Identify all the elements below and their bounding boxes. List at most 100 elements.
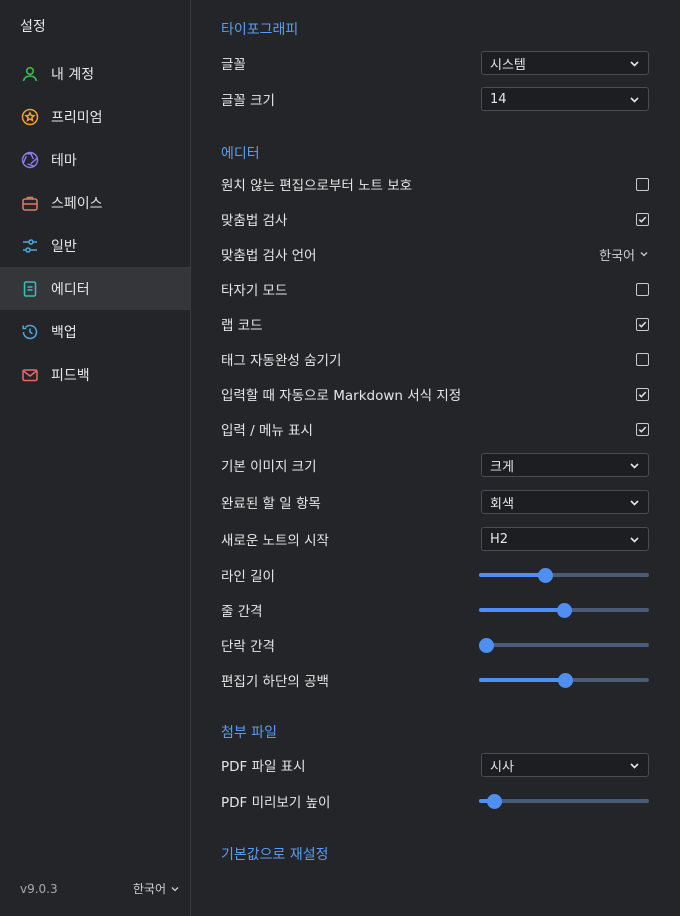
markdown-autoformat-checkbox[interactable] [636,387,649,401]
check-icon [638,321,647,328]
slider-thumb[interactable] [486,794,502,809]
slash-menu-checkbox[interactable] [636,422,649,436]
line-spacing-row: 줄 간격 [221,598,649,622]
spellcheck-language-select[interactable]: 한국어 [599,245,649,264]
new-note-start-row: 새로운 노트의 시작 H2 [221,527,649,551]
sidebar-item-label: 프리미엄 [51,109,103,126]
chevron-down-icon [630,60,639,67]
slider-fill [479,678,566,682]
document-icon [20,279,40,299]
done-items-label: 완료된 할 일 항목 [221,496,321,512]
done-items-row: 완료된 할 일 항목 회색 [221,490,649,514]
check-icon [638,391,647,398]
image-size-value: 크게 [490,459,514,475]
sidebar-item-feedback[interactable]: 피드백 [0,353,190,396]
reset-defaults-link[interactable]: 기본값으로 재설정 [221,844,329,864]
aperture-icon [20,150,40,170]
sliders-icon [20,236,40,256]
paragraph-spacing-row: 단락 간격 [221,633,649,657]
done-items-select[interactable]: 회색 [481,490,649,514]
font-size-label: 글꼴 크기 [221,93,275,109]
sidebar-item-account[interactable]: 내 계정 [0,52,190,95]
slider-thumb[interactable] [537,568,553,583]
sidebar-item-label: 스페이스 [51,195,103,212]
font-select[interactable]: 시스템 [481,51,649,75]
sidebar-footer: v9.0.3 한국어 [20,880,180,897]
spellcheck-language-value: 한국어 [599,248,635,264]
spellcheck-row: 맞춤법 검사 [221,207,649,231]
sidebar-item-spaces[interactable]: 스페이스 [0,181,190,224]
hide-tag-autocomplete-row: 태그 자동완성 숨기기 [221,347,649,371]
wrap-code-checkbox[interactable] [636,317,649,331]
settings-panel: 타이포그래피 글꼴 시스템 글꼴 크기 14 에디터 원치 않는 편집으로부터 … [191,0,680,916]
history-icon [20,322,40,342]
font-size-row: 글꼴 크기 14 [221,87,649,111]
slash-menu-label: 입력 / 메뉴 표시 [221,423,313,439]
spellcheck-label: 맞춤법 검사 [221,213,288,229]
paragraph-spacing-slider[interactable] [479,638,649,653]
slider-track [479,643,649,647]
sidebar-item-backup[interactable]: 백업 [0,310,190,353]
sidebar-item-label: 에디터 [51,281,90,298]
sidebar-item-general[interactable]: 일반 [0,224,190,267]
slider-track [479,799,649,803]
version-label: v9.0.3 [20,881,58,896]
check-icon [638,426,647,433]
section-title-typography: 타이포그래피 [221,22,299,38]
pdf-display-row: PDF 파일 표시 시사 [221,753,649,777]
spellcheck-checkbox[interactable] [636,212,649,226]
sidebar-item-label: 피드백 [51,367,90,384]
slider-fill [479,573,546,577]
section-title-editor: 에디터 [221,146,260,162]
sidebar-item-editor[interactable]: 에디터 [0,267,190,310]
chevron-down-icon [640,252,648,257]
pdf-preview-height-slider[interactable] [479,794,649,809]
line-width-label: 라인 길이 [221,569,275,585]
slider-thumb[interactable] [479,638,494,653]
new-note-start-value: H2 [490,531,509,547]
line-spacing-label: 줄 간격 [221,604,263,620]
font-row: 글꼴 시스템 [221,51,649,75]
protect-notes-checkbox[interactable] [636,177,649,191]
hide-tag-autocomplete-label: 태그 자동완성 숨기기 [221,353,342,369]
new-note-start-select[interactable]: H2 [481,527,649,551]
chevron-down-icon [630,536,639,543]
typewriter-mode-checkbox[interactable] [636,282,649,296]
briefcase-icon [20,193,40,213]
done-items-value: 회색 [490,496,514,512]
spellcheck-language-label: 맞춤법 검사 언어 [221,248,317,264]
sidebar-item-label: 내 계정 [51,66,95,83]
image-size-row: 기본 이미지 크기 크게 [221,453,649,477]
sidebar-item-label: 테마 [51,152,77,169]
bottom-space-label: 편집기 하단의 공백 [221,674,329,690]
star-badge-icon [20,107,40,127]
slider-thumb[interactable] [558,673,574,688]
paragraph-spacing-label: 단락 간격 [221,639,275,655]
bottom-space-row: 편집기 하단의 공백 [221,668,649,692]
font-label: 글꼴 [221,57,246,73]
hide-tag-autocomplete-checkbox[interactable] [636,352,649,366]
slash-menu-row: 입력 / 메뉴 표시 [221,417,649,441]
line-width-slider[interactable] [479,568,649,583]
bottom-space-slider[interactable] [479,673,649,688]
slider-thumb[interactable] [556,603,572,618]
section-title-attachments: 첨부 파일 [221,725,277,741]
wrap-code-label: 랩 코드 [221,318,263,334]
sidebar-item-label: 백업 [51,324,77,341]
sidebar-item-premium[interactable]: 프리미엄 [0,95,190,138]
user-icon [20,64,40,84]
chevron-down-icon [630,96,639,103]
pdf-display-label: PDF 파일 표시 [221,759,306,775]
chevron-down-icon [630,499,639,506]
line-spacing-slider[interactable] [479,603,649,618]
image-size-select[interactable]: 크게 [481,453,649,477]
line-width-row: 라인 길이 [221,563,649,587]
mail-icon [20,365,40,385]
sidebar-item-label: 일반 [51,238,77,255]
font-size-select[interactable]: 14 [481,87,649,111]
sidebar-item-theme[interactable]: 테마 [0,138,190,181]
language-label: 한국어 [132,882,166,896]
pdf-display-select[interactable]: 시사 [481,753,649,777]
new-note-start-label: 새로운 노트의 시작 [221,533,329,549]
language-selector[interactable]: 한국어 [133,880,180,897]
